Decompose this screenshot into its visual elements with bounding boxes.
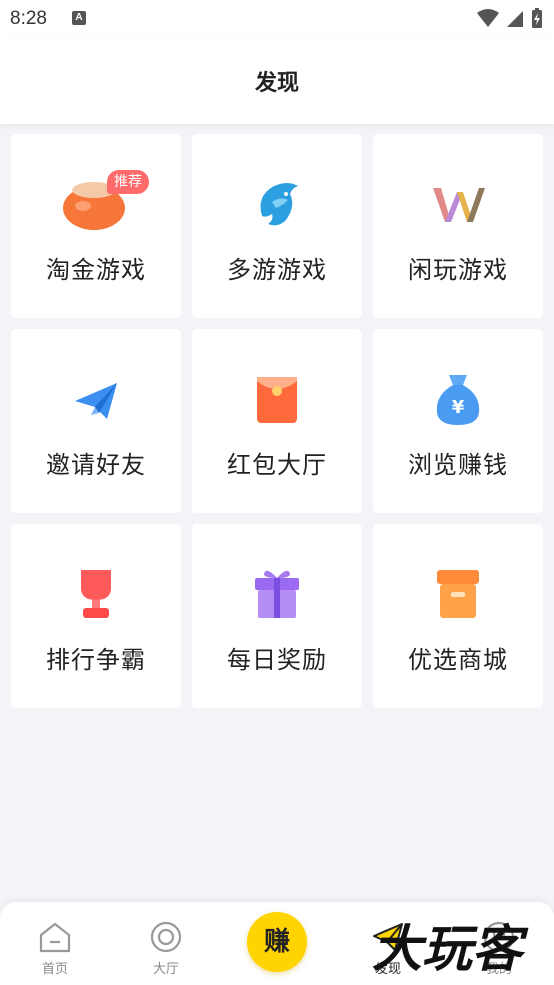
profile-icon (483, 921, 515, 953)
page-title: 发现 (254, 71, 299, 96)
status-time: 8:28 (10, 8, 47, 29)
grid-item-select-mall[interactable]: 优选商城 (373, 524, 543, 708)
trophy-icon (61, 566, 131, 622)
grid-item-label: 排行争霸 (46, 646, 146, 674)
grid-item-label: 闲玩游戏 (408, 256, 508, 284)
nav-hall[interactable]: 大厅 (126, 920, 206, 977)
status-indicators (476, 8, 544, 30)
grid-item-daily-reward[interactable]: 每日奖励 (192, 524, 362, 708)
paper-plane-icon (61, 371, 131, 427)
discover-plane-icon (373, 923, 403, 951)
battery-icon (532, 8, 542, 28)
signal-icon (506, 11, 523, 27)
grid-item-invite-friends[interactable]: 邀请好友 (11, 329, 181, 513)
grid-item-label: 浏览赚钱 (408, 451, 508, 479)
dolphin-icon (242, 176, 312, 232)
nav-label: 首页 (41, 962, 68, 977)
grid-item-label: 淘金游戏 (46, 256, 146, 284)
hall-circle-icon (150, 921, 182, 953)
home-icon (39, 922, 71, 953)
red-envelope-icon (242, 371, 312, 427)
grid-item-label: 优选商城 (408, 646, 508, 674)
grid-item-red-envelope-hall[interactable]: 红包大厅 (192, 329, 362, 513)
nav-label: 大厅 (152, 962, 179, 977)
grid-item-label: 红包大厅 (227, 451, 327, 479)
grid-item-label: 每日奖励 (227, 646, 327, 674)
wifi-icon (476, 9, 499, 27)
nav-profile[interactable]: 我的 (459, 920, 539, 977)
grid-item-browse-earn[interactable]: ¥ 浏览赚钱 (373, 329, 543, 513)
grid-item-xianwan-games[interactable]: 闲玩游戏 (373, 134, 543, 318)
nav-discover[interactable]: 发现 (348, 920, 428, 977)
page-header: 发现 (0, 38, 554, 124)
nav-label: 发现 (374, 962, 401, 977)
bottom-nav: 首页 大厅 赚 发现 我的 (0, 902, 554, 985)
shop-box-icon (423, 566, 493, 622)
status-bar: 8:28 A (0, 0, 554, 38)
notification-icon: A (72, 11, 86, 25)
grid-item-duoyou-games[interactable]: 多游游戏 (192, 134, 362, 318)
grid-item-label: 邀请好友 (46, 451, 146, 479)
xianwan-logo-icon (423, 176, 493, 232)
svg-text:¥: ¥ (452, 397, 465, 418)
nav-home[interactable]: 首页 (15, 920, 95, 977)
grid-item-leaderboard[interactable]: 排行争霸 (11, 524, 181, 708)
gift-icon (242, 566, 312, 622)
earn-center-button[interactable]: 赚 (247, 912, 307, 972)
grid-item-taojin-games[interactable]: 推荐 淘金游戏 (11, 134, 181, 318)
recommend-badge: 推荐 (107, 170, 149, 194)
money-bag-icon: ¥ (423, 371, 493, 427)
nav-label: 我的 (485, 962, 512, 977)
grid-item-label: 多游游戏 (227, 256, 327, 284)
